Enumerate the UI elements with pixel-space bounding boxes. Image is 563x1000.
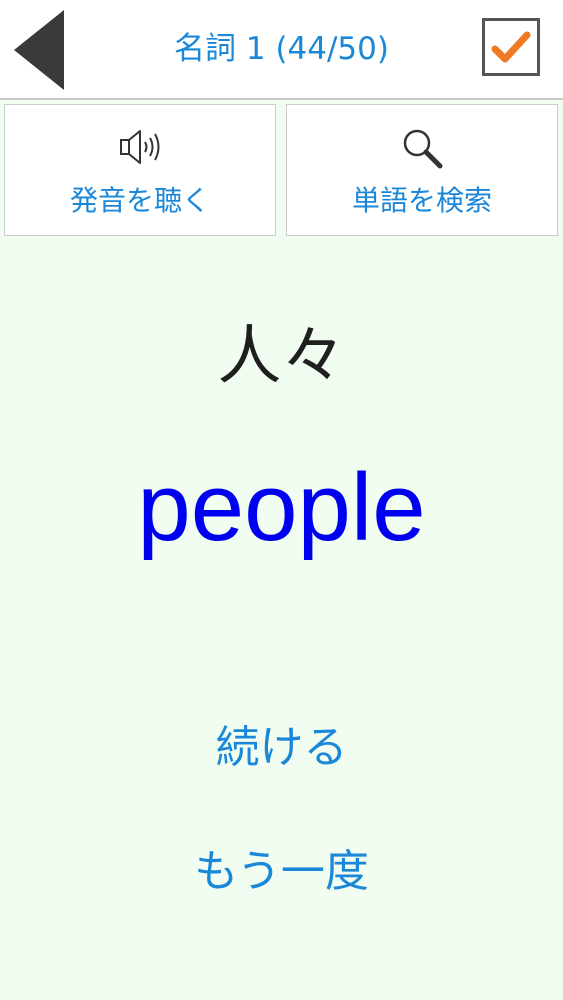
- play-pronunciation-label: 発音を聴く: [69, 184, 210, 217]
- play-pronunciation-button[interactable]: 発音を聴く: [4, 104, 276, 236]
- page-title: 名詞 1 (44/50): [174, 31, 389, 67]
- search-word-label: 単語を検索: [351, 184, 492, 217]
- search-word-button[interactable]: 単語を検索: [286, 104, 558, 236]
- mark-learned-checkbox[interactable]: [482, 18, 540, 76]
- speaker-icon: [120, 130, 160, 164]
- header-bar: 名詞 1 (44/50): [0, 0, 563, 100]
- japanese-word: 人々: [217, 320, 346, 394]
- try-again-link[interactable]: もう一度: [0, 842, 563, 902]
- back-button[interactable]: [10, 8, 70, 92]
- back-triangle-icon: [14, 10, 64, 90]
- english-word: people: [137, 454, 426, 561]
- search-icon: [403, 129, 443, 169]
- continue-link[interactable]: 続ける: [0, 718, 563, 778]
- checkmark-icon: [491, 31, 531, 63]
